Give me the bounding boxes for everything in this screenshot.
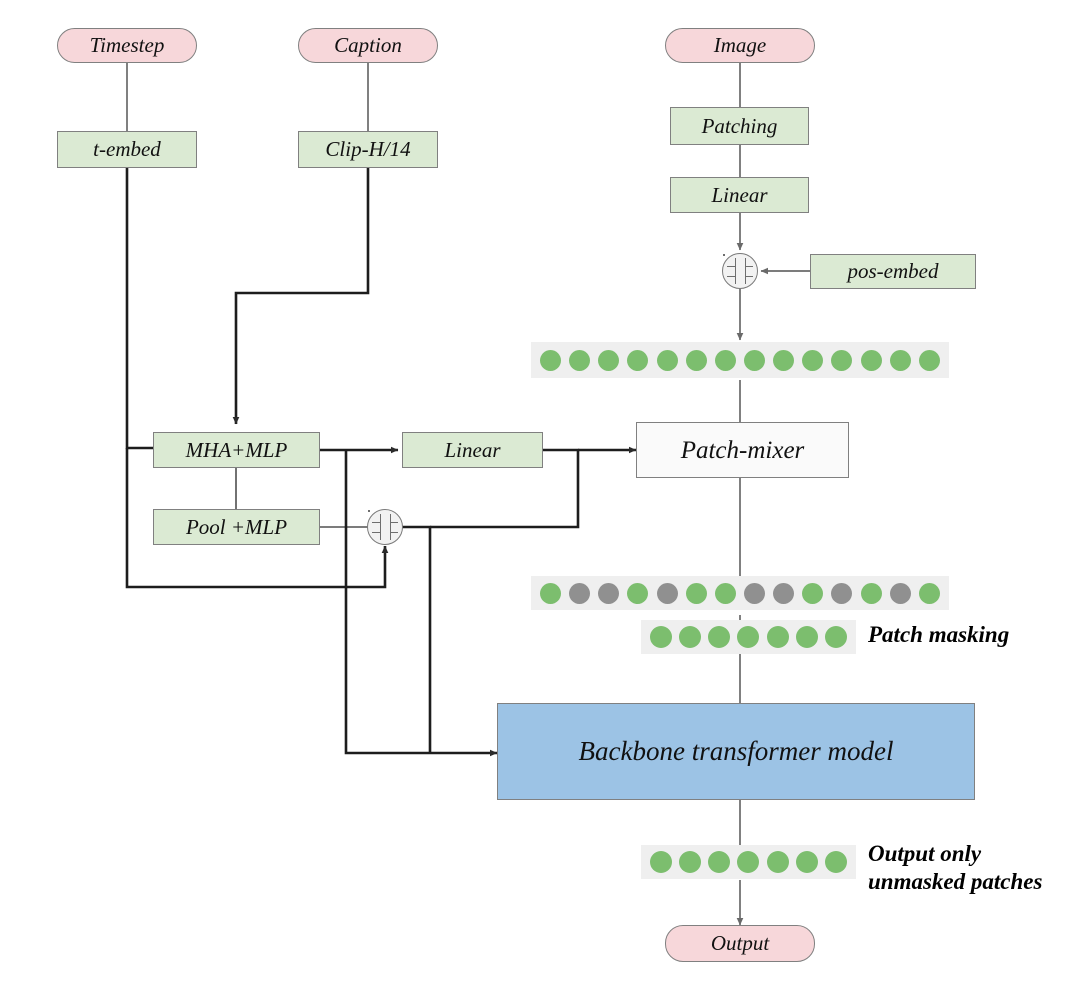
annotation-output-line1: Output only [868,841,982,866]
wire-clip-to-mha [232,168,370,425]
node-mha-mlp-label: MHA+MLP [185,437,288,462]
node-linear-top[interactable]: Linear [670,177,809,213]
patch-token-visible [918,349,940,371]
patch-token-visible [598,349,620,371]
patch-token-visible [627,582,649,604]
token-row-patch-tokens-full [531,342,949,378]
plus-bar-v [735,258,746,284]
patch-token-visible [918,582,940,604]
diagram-canvas: Timestep Caption t-embed Clip-H/14 Image… [0,0,1080,992]
node-timestep[interactable]: Timestep [57,28,197,63]
node-output-label: Output [710,931,770,955]
node-pool-mlp[interactable]: Pool +MLP [153,509,320,545]
patch-token-visible [802,349,824,371]
patch-token-visible [795,626,818,648]
node-image[interactable]: Image [665,28,815,63]
patch-token-visible [650,851,672,873]
plus-bar-v [380,514,391,540]
patch-token-visible [773,349,795,371]
patch-token-visible [860,349,882,371]
token-row-patch-tokens-masked [531,576,949,610]
node-patch-mixer[interactable]: Patch-mixer [636,422,849,478]
patch-token-visible [889,349,911,371]
patch-token-visible [627,349,649,371]
node-timestep-label: Timestep [89,33,165,57]
patch-token-visible [708,851,731,873]
node-patching[interactable]: Patching [670,107,809,145]
patch-token-masked [598,582,620,604]
patch-token-visible [831,349,853,371]
node-backbone-transformer-label: Backbone transformer model [578,736,894,766]
node-pos-embed-label: pos-embed [847,259,939,283]
patch-token-visible [679,851,702,873]
node-mha-mlp[interactable]: MHA+MLP [153,432,320,468]
patch-token-visible [860,582,882,604]
patch-token-visible [795,851,818,873]
patch-token-visible [766,626,789,648]
node-linear-top-label: Linear [711,182,768,207]
node-linear-mid-label: Linear [444,437,501,462]
node-patching-label: Patching [701,113,778,138]
patch-token-visible [766,851,789,873]
patch-token-visible [679,626,702,648]
node-caption[interactable]: Caption [298,28,438,63]
token-row-patch-tokens-kept [641,620,856,654]
patch-token-visible [737,851,760,873]
patch-token-visible [650,626,672,648]
node-output[interactable]: Output [665,925,815,962]
patch-token-visible [685,582,707,604]
patch-token-masked [831,582,853,604]
patch-token-visible [540,349,561,371]
token-row-patch-tokens-output [641,845,856,879]
wire-tembed-to-mha [125,168,153,450]
patch-token-visible [714,349,736,371]
patch-token-visible [802,582,824,604]
annotation-output-only-unmasked: Output only unmasked patches [868,840,1042,896]
node-image-label: Image [713,33,767,57]
node-pool-mlp-label: Pool +MLP [185,514,288,539]
annotation-output-line2: unmasked patches [868,869,1043,895]
patch-token-visible [743,349,765,371]
patch-token-masked [569,582,591,604]
node-clip-h14-label: Clip-H/14 [325,137,411,161]
patch-token-visible [714,582,736,604]
patch-token-visible [685,349,707,371]
patch-token-visible [569,349,591,371]
plus-circle-icon-pos-embed [722,253,758,289]
patch-token-visible [540,582,561,604]
patch-token-visible [708,626,731,648]
patch-token-visible [656,349,678,371]
annotation-patch-masking-label: Patch masking [868,622,1010,647]
wire-condadd-to-backbone [401,525,432,753]
patch-token-visible [737,626,760,648]
patch-token-visible [824,626,847,648]
patch-token-masked [656,582,678,604]
node-t-embed-label: t-embed [93,137,161,161]
patch-token-masked [889,582,911,604]
wire-mha-to-backbone [344,450,498,757]
patch-token-masked [743,582,765,604]
node-caption-label: Caption [334,33,402,57]
node-clip-h14[interactable]: Clip-H/14 [298,131,438,168]
node-linear-mid[interactable]: Linear [402,432,543,468]
patch-token-masked [773,582,795,604]
node-patch-mixer-label: Patch-mixer [680,436,805,464]
plus-circle-icon-conditioning [367,509,403,545]
node-backbone-transformer[interactable]: Backbone transformer model [497,703,975,800]
node-pos-embed[interactable]: pos-embed [810,254,976,289]
annotation-patch-masking: Patch masking [868,621,1009,649]
patch-token-visible [824,851,847,873]
node-t-embed[interactable]: t-embed [57,131,197,168]
